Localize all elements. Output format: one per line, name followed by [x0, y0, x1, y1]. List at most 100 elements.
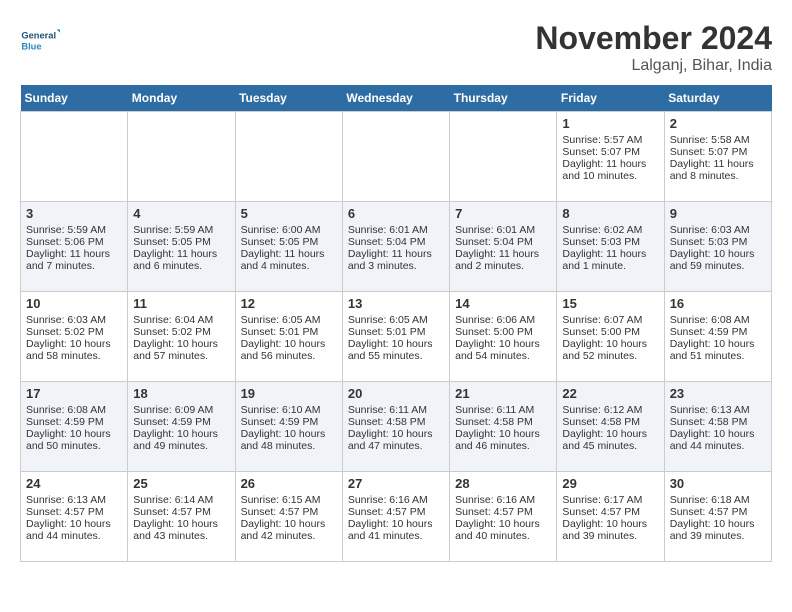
day-info: Daylight: 10 hours and 59 minutes.: [670, 248, 766, 272]
day-info: Sunrise: 6:15 AM: [241, 494, 337, 506]
day-number: 17: [26, 386, 122, 401]
day-number: 24: [26, 476, 122, 491]
day-info: Daylight: 11 hours and 6 minutes.: [133, 248, 229, 272]
calendar-cell: [450, 112, 557, 202]
calendar-week-row: 1 Sunrise: 5:57 AMSunset: 5:07 PM Daylight…: [21, 112, 772, 202]
day-number: 4: [133, 206, 229, 221]
day-number: 7: [455, 206, 551, 221]
day-info: Daylight: 10 hours and 54 minutes.: [455, 338, 551, 362]
day-info: Sunrise: 6:10 AM: [241, 404, 337, 416]
calendar-cell: [21, 112, 128, 202]
weekday-header-row: SundayMondayTuesdayWednesdayThursdayFrid…: [21, 85, 772, 112]
day-number: 11: [133, 296, 229, 311]
day-info: Sunset: 5:02 PM: [26, 326, 122, 338]
day-number: 23: [670, 386, 766, 401]
day-info: Sunset: 4:58 PM: [348, 416, 444, 428]
day-info: Sunrise: 6:17 AM: [562, 494, 658, 506]
calendar-cell: 18Sunrise: 6:09 AMSunset: 4:59 PMDayligh…: [128, 382, 235, 472]
month-title: November 2024: [535, 20, 772, 57]
day-info: Sunrise: 6:13 AM: [670, 404, 766, 416]
day-info: Sunset: 4:57 PM: [133, 506, 229, 518]
calendar-cell: [342, 112, 449, 202]
day-info: Daylight: 11 hours and 4 minutes.: [241, 248, 337, 272]
day-info: Sunrise: 6:11 AM: [455, 404, 551, 416]
day-info: Sunrise: 6:05 AM: [241, 314, 337, 326]
day-info: Daylight: 10 hours and 40 minutes.: [455, 518, 551, 542]
day-info: Daylight: 10 hours and 49 minutes.: [133, 428, 229, 452]
day-number: 16: [670, 296, 766, 311]
day-info: Sunrise: 6:06 AM: [455, 314, 551, 326]
day-info: Sunrise: 6:09 AM: [133, 404, 229, 416]
day-info: Sunset: 5:01 PM: [241, 326, 337, 338]
calendar-week-row: 10 Sunrise: 6:03 AMSunset: 5:02 PM Dayligh…: [21, 292, 772, 382]
day-info: Sunset: 5:00 PM: [455, 326, 551, 338]
day-info: Sunset: 5:00 PM: [562, 326, 658, 338]
calendar-cell: 9Sunrise: 6:03 AMSunset: 5:03 PMDaylight…: [664, 202, 771, 292]
day-info: Daylight: 10 hours and 42 minutes.: [241, 518, 337, 542]
day-info: Sunrise: 6:00 AM: [241, 224, 337, 236]
day-info: Daylight: 10 hours and 39 minutes.: [562, 518, 658, 542]
day-info: Sunrise: 6:02 AM: [562, 224, 658, 236]
calendar-cell: 27Sunrise: 6:16 AMSunset: 4:57 PMDayligh…: [342, 472, 449, 562]
day-info: Sunset: 5:05 PM: [241, 236, 337, 248]
day-info: Sunset: 4:58 PM: [562, 416, 658, 428]
day-number: 9: [670, 206, 766, 221]
weekday-tuesday: Tuesday: [235, 85, 342, 112]
calendar-cell: 19Sunrise: 6:10 AMSunset: 4:59 PMDayligh…: [235, 382, 342, 472]
day-info: Sunrise: 5:59 AM: [133, 224, 229, 236]
day-number: 28: [455, 476, 551, 491]
day-info: Sunset: 5:04 PM: [455, 236, 551, 248]
day-info: Sunrise: 6:01 AM: [455, 224, 551, 236]
day-info: Sunrise: 5:57 AM: [562, 134, 658, 146]
calendar-cell: 1Sunrise: 5:57 AMSunset: 5:07 PMDaylight…: [557, 112, 664, 202]
day-info: Sunrise: 6:03 AM: [26, 314, 122, 326]
calendar-cell: 21Sunrise: 6:11 AMSunset: 4:58 PMDayligh…: [450, 382, 557, 472]
day-info: Sunset: 4:59 PM: [133, 416, 229, 428]
weekday-monday: Monday: [128, 85, 235, 112]
svg-text:Blue: Blue: [21, 41, 41, 51]
day-info: Daylight: 10 hours and 48 minutes.: [241, 428, 337, 452]
day-info: Daylight: 10 hours and 47 minutes.: [348, 428, 444, 452]
day-number: 22: [562, 386, 658, 401]
calendar-cell: 12 Sunrise: 6:05 AMSunset: 5:01 PMDayligh…: [235, 292, 342, 382]
day-info: Sunrise: 6:13 AM: [26, 494, 122, 506]
day-info: Sunrise: 6:16 AM: [348, 494, 444, 506]
day-info: Sunset: 4:59 PM: [670, 326, 766, 338]
day-info: Daylight: 10 hours and 57 minutes.: [133, 338, 229, 362]
calendar-cell: 16Sunrise: 6:08 AMSunset: 4:59 PMDayligh…: [664, 292, 771, 382]
day-number: 12: [241, 296, 337, 311]
day-info: Daylight: 10 hours and 46 minutes.: [455, 428, 551, 452]
day-info: Sunset: 4:57 PM: [348, 506, 444, 518]
day-info: Daylight: 11 hours and 2 minutes.: [455, 248, 551, 272]
day-info: Daylight: 11 hours and 8 minutes.: [670, 158, 766, 182]
day-info: Sunset: 4:59 PM: [241, 416, 337, 428]
weekday-thursday: Thursday: [450, 85, 557, 112]
day-info: Sunrise: 6:18 AM: [670, 494, 766, 506]
day-info: Sunrise: 6:16 AM: [455, 494, 551, 506]
day-info: Sunset: 5:07 PM: [562, 146, 658, 158]
weekday-sunday: Sunday: [21, 85, 128, 112]
calendar-cell: 26Sunrise: 6:15 AMSunset: 4:57 PMDayligh…: [235, 472, 342, 562]
day-number: 8: [562, 206, 658, 221]
day-info: Sunrise: 6:07 AM: [562, 314, 658, 326]
day-number: 5: [241, 206, 337, 221]
calendar-cell: 13Sunrise: 6:05 AMSunset: 5:01 PMDayligh…: [342, 292, 449, 382]
day-number: 10: [26, 296, 122, 311]
day-number: 1: [562, 116, 658, 131]
day-number: 26: [241, 476, 337, 491]
day-info: Sunset: 4:57 PM: [670, 506, 766, 518]
calendar-cell: 20Sunrise: 6:11 AMSunset: 4:58 PMDayligh…: [342, 382, 449, 472]
svg-text:General: General: [21, 31, 56, 41]
day-number: 3: [26, 206, 122, 221]
weekday-friday: Friday: [557, 85, 664, 112]
calendar-cell: 17Sunrise: 6:08 AMSunset: 4:59 PMDayligh…: [21, 382, 128, 472]
title-area: November 2024 Lalganj, Bihar, India: [535, 20, 772, 75]
day-info: Sunset: 4:57 PM: [26, 506, 122, 518]
day-number: 20: [348, 386, 444, 401]
calendar-cell: 30Sunrise: 6:18 AMSunset: 4:57 PMDayligh…: [664, 472, 771, 562]
calendar-week-row: 3Sunrise: 5:59 AMSunset: 5:06 PMDaylight…: [21, 202, 772, 292]
calendar-week-row: 17Sunrise: 6:08 AMSunset: 4:59 PMDayligh…: [21, 382, 772, 472]
day-info: Sunset: 4:59 PM: [26, 416, 122, 428]
day-info: Sunrise: 6:08 AM: [26, 404, 122, 416]
day-info: Daylight: 10 hours and 56 minutes.: [241, 338, 337, 362]
